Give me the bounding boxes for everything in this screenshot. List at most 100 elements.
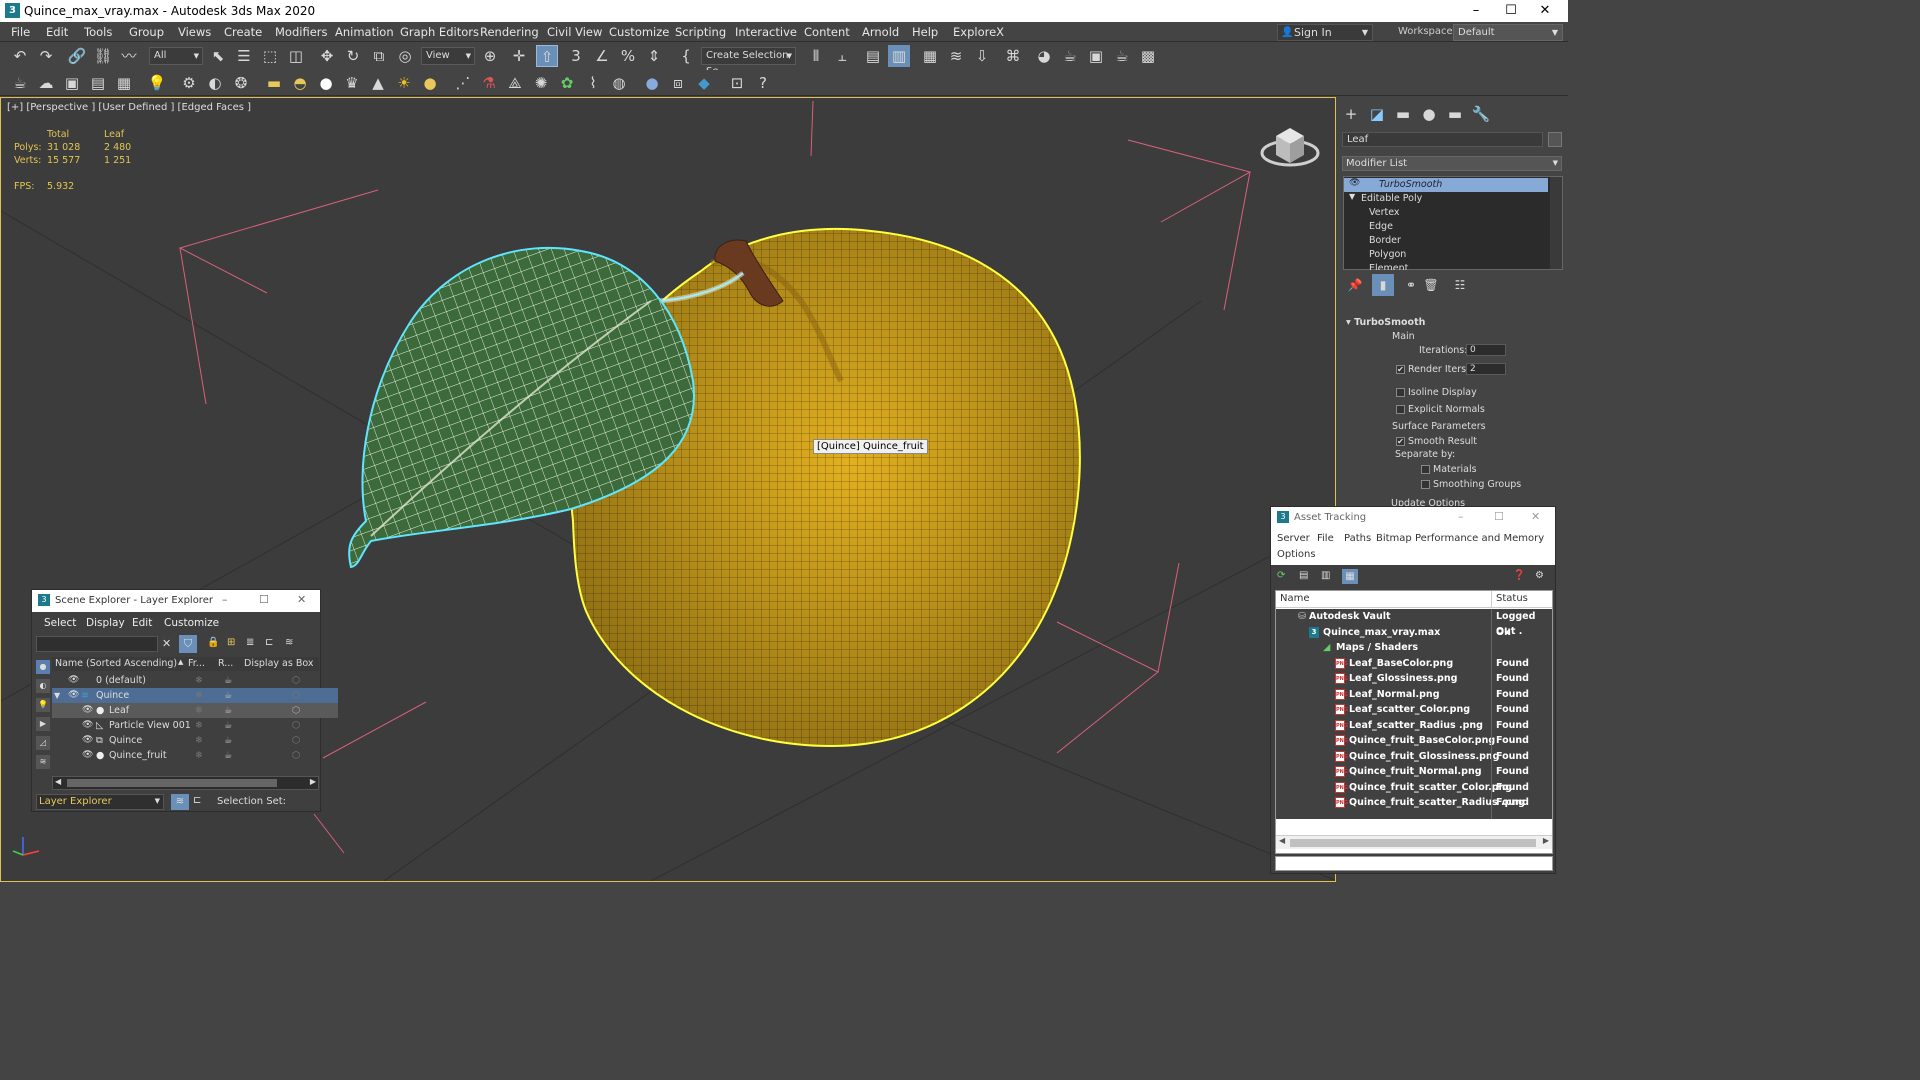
asset-row[interactable]: ◢ Maps / Shaders	[1276, 640, 1552, 656]
col-name[interactable]: Name	[1280, 593, 1310, 604]
configure-modifier-sets-icon[interactable]: ☷	[1449, 274, 1471, 296]
box-icon[interactable]: ⬡	[292, 748, 300, 763]
plane-light-icon[interactable]: ▬	[263, 72, 285, 94]
material-sphere-icon[interactable]: ●	[641, 72, 663, 94]
freeze-icon[interactable]: ❄	[195, 673, 203, 688]
utilities-icon[interactable]: 🔧	[1470, 103, 1492, 125]
freeze-icon[interactable]: ❄	[195, 703, 203, 718]
tree-view-icon[interactable]: ▥	[1321, 570, 1330, 581]
asset-row[interactable]: PNG Leaf_scatter_Color.png Found	[1276, 702, 1552, 718]
link-icon[interactable]: 🔗	[66, 45, 88, 67]
menu-interactive[interactable]: Interactive	[735, 25, 797, 39]
at-menu-options[interactable]: Options	[1277, 549, 1316, 560]
materials-checkbox[interactable]: Materials	[1421, 464, 1477, 475]
se-menu-customize[interactable]: Customize	[164, 617, 219, 629]
minimize-button[interactable]: –	[1458, 510, 1464, 523]
pin-stack-icon[interactable]: 📌	[1344, 274, 1366, 296]
hierarchy-icon[interactable]: ▬	[1392, 103, 1414, 125]
turbosmooth-rollout-title[interactable]: ▾ TurboSmooth	[1346, 317, 1425, 328]
geometry-icon[interactable]: ◐	[36, 679, 50, 693]
list-view-icon[interactable]: ▤	[1299, 570, 1308, 581]
scene-explorer-titlebar[interactable]: 3 Scene Explorer - Layer Explorer – ☐ ✕	[32, 590, 320, 612]
percent-snap-icon[interactable]: %	[617, 45, 639, 67]
helper-icon[interactable]: ◿	[36, 736, 50, 750]
toggle-scene-explorer-icon[interactable]: ▤	[862, 45, 884, 67]
viewport-label[interactable]: [+] [Perspective ] [User Defined ] [Edge…	[7, 102, 251, 113]
box-icon[interactable]: ⬡	[292, 688, 300, 703]
eye-icon[interactable]: 👁	[68, 673, 79, 688]
vray-object-properties-icon[interactable]: ⊡	[726, 72, 748, 94]
display-none-icon[interactable]: ●	[36, 660, 50, 674]
schematic-view-icon[interactable]: ⌘	[1002, 45, 1024, 67]
filter-icon[interactable]: ⛉	[179, 635, 197, 653]
menu-explorex[interactable]: ExploreX	[953, 25, 1004, 39]
se-menu-select[interactable]: Select	[44, 617, 76, 629]
stack-layers-icon[interactable]: ≋	[285, 637, 293, 648]
rendered-frame-window-icon[interactable]: ▣	[1085, 45, 1107, 67]
layer-explorer-dropdown[interactable]: Layer Explorer ▼	[36, 794, 164, 810]
sphere-light-icon[interactable]: ●	[315, 72, 337, 94]
align-icon[interactable]: ⫠	[831, 45, 853, 67]
close-button[interactable]: ✕	[297, 593, 306, 606]
modify-icon[interactable]: ◪	[1366, 103, 1388, 125]
angle-snap-icon[interactable]: ∠	[591, 45, 613, 67]
rectangular-selection-icon[interactable]: ⬚	[259, 45, 281, 67]
render-iters-checkbox[interactable]: ✔ Render Iters:	[1396, 364, 1469, 375]
light-lister-icon[interactable]: 💡	[146, 72, 168, 94]
box-icon[interactable]: ⬡	[292, 733, 300, 748]
tree-row[interactable]: 👁 ◺ Particle View 001 ❄ ☕ ⬡	[52, 718, 338, 733]
sign-in-dropdown[interactable]: 👤 Sign In ▼	[1277, 24, 1373, 41]
material-editor-icon[interactable]: ◕	[1033, 45, 1055, 67]
workspaces-select[interactable]: Default ▼	[1453, 24, 1563, 41]
menu-create[interactable]: Create	[224, 25, 262, 39]
teapot-icon[interactable]: ☕	[9, 72, 31, 94]
ambient-light-icon[interactable]: ●	[419, 72, 441, 94]
stack-item-turbosmooth[interactable]: TurboSmooth	[1344, 178, 1548, 192]
asset-row[interactable]: 3 Quince_max_vray.max Ok	[1276, 625, 1552, 641]
remove-modifier-icon[interactable]: 🗑	[1420, 274, 1442, 296]
vray-object-icon[interactable]: ❂	[230, 72, 252, 94]
vray-sphere-icon[interactable]: ◐	[204, 72, 226, 94]
dome-light-icon[interactable]: ◓	[289, 72, 311, 94]
render-production-icon[interactable]: ☕	[1111, 45, 1133, 67]
layers-icon[interactable]: ≣	[246, 637, 254, 648]
tree-row[interactable]: 👁 ● Leaf ❄ ☕ ⬡	[52, 703, 338, 718]
maximize-button[interactable]: ☐	[1494, 510, 1504, 523]
menu-civil-view[interactable]: Civil View	[547, 25, 602, 39]
eye-icon[interactable]: 👁	[82, 703, 93, 718]
select-manipulate-icon[interactable]: ✛	[508, 45, 530, 67]
col-name[interactable]: Name (Sorted Ascending)	[55, 658, 177, 669]
se-search-input[interactable]	[36, 636, 158, 652]
rotate-icon[interactable]: ↻	[342, 45, 364, 67]
menu-tools[interactable]: Tools	[84, 25, 112, 39]
proxy-icon[interactable]: ⚙	[178, 72, 200, 94]
asset-row[interactable]: PNG Quince_fruit_Glossiness.png Found	[1276, 749, 1552, 765]
object-color-swatch[interactable]	[1548, 132, 1562, 147]
help-icon[interactable]: ❓	[1513, 570, 1525, 581]
spacewarp-icon[interactable]: ≋	[36, 755, 50, 769]
at-menu-paths[interactable]: Paths	[1344, 533, 1371, 544]
menu-animation[interactable]: Animation	[335, 25, 394, 39]
teapot-icon[interactable]: ☕	[224, 688, 233, 703]
hierarchy-icon[interactable]: ⊏	[265, 637, 273, 648]
eye-icon[interactable]: 👁	[1349, 178, 1360, 188]
snaps-toggle-icon[interactable]: 3	[565, 45, 587, 67]
tree-row[interactable]: ▼ 👁 ≋ Quince ❄ ☕ ⬡	[52, 688, 338, 703]
unlink-icon[interactable]: ⛓	[92, 45, 114, 67]
col-render[interactable]: R...	[218, 658, 233, 669]
dope-sheet-icon[interactable]: ⇩	[971, 45, 993, 67]
selection-filter-dropdown[interactable]: All ▼	[149, 47, 203, 65]
at-menu-bitmap-performance[interactable]: Bitmap Performance and Memory	[1376, 533, 1544, 544]
smooth-result-checkbox[interactable]: ✔ Smooth Result	[1396, 436, 1477, 447]
vray-fur-icon[interactable]: ⋰	[452, 72, 474, 94]
menu-rendering[interactable]: Rendering	[480, 25, 539, 39]
bind-space-warp-icon[interactable]: 〰	[118, 45, 140, 67]
pivot-center-icon[interactable]: ⊕	[479, 45, 501, 67]
col-display-as-box[interactable]: Display as Box	[244, 658, 314, 669]
vray-converter-icon[interactable]: ⧈	[667, 72, 689, 94]
menu-content[interactable]: Content	[804, 25, 850, 39]
create-icon[interactable]: +	[1340, 103, 1362, 125]
vray-scatter-icon[interactable]: ✿	[556, 72, 578, 94]
close-button[interactable]: ✕	[1522, 0, 1568, 22]
select-by-name-icon[interactable]: ☰	[233, 45, 255, 67]
